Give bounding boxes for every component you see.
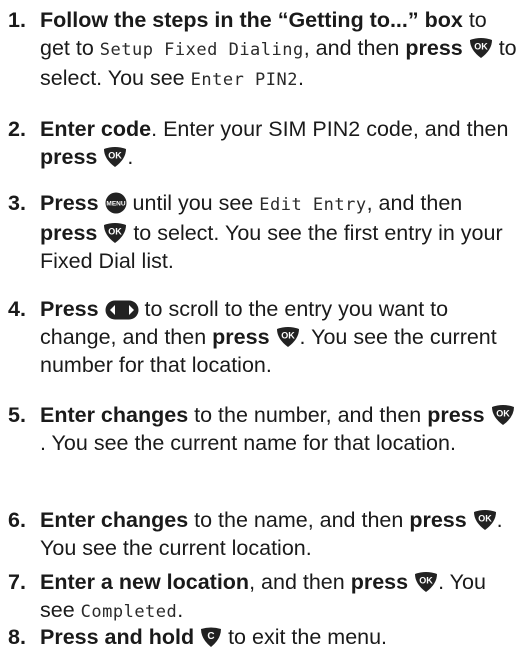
step-text: , and then	[249, 570, 351, 594]
step-text: , and then	[303, 36, 406, 60]
ok-key-icon: OK	[469, 37, 493, 59]
scroll-key-icon	[105, 300, 139, 320]
step-number: 8.	[8, 625, 26, 649]
ok-key-icon: OK	[103, 146, 127, 168]
step-6: 6. Enter changes to the name, and then p…	[0, 506, 520, 562]
step-action: Enter changes	[40, 403, 189, 427]
step-5: 5. Enter changes to the number, and then…	[0, 401, 520, 457]
ok-key-icon: OK	[276, 326, 300, 348]
svg-text:OK: OK	[496, 409, 510, 419]
svg-text:OK: OK	[478, 514, 492, 524]
screen-text: Enter PIN2	[190, 70, 298, 90]
step-action: press	[427, 403, 485, 427]
step-3: 3. Press MENU until you see Edit Entry, …	[0, 189, 520, 275]
step-number: 4.	[8, 297, 26, 321]
step-action: Press and hold	[40, 625, 195, 649]
step-1: 1. Follow the steps in the “Getting to..…	[0, 6, 520, 94]
svg-text:OK: OK	[281, 331, 295, 341]
step-text: . You see the current name for that loca…	[40, 431, 456, 455]
screen-text: Edit Entry	[259, 195, 367, 215]
step-text: until you see	[126, 191, 260, 215]
step-2: 2. Enter code. Enter your SIM PIN2 code,…	[0, 115, 520, 171]
step-text: to the number, and then	[188, 403, 428, 427]
menu-key-icon: MENU	[105, 192, 127, 214]
step-number: 6.	[8, 508, 26, 532]
step-action: Press	[40, 191, 99, 215]
step-text: to exit the menu.	[222, 625, 388, 649]
step-action: Follow the steps in the “Getting to...” …	[40, 8, 463, 32]
step-text: . Enter your SIM PIN2 code, and then	[151, 117, 509, 141]
step-action: press	[40, 221, 98, 245]
step-action: press	[350, 570, 409, 594]
step-action: Enter a new location	[40, 570, 250, 594]
step-text: .	[297, 66, 304, 90]
step-text: , and then	[366, 191, 463, 215]
svg-text:OK: OK	[474, 42, 488, 52]
screen-text: Completed	[80, 602, 178, 622]
step-number: 1.	[8, 8, 26, 32]
step-8: 8. Press and hold C to exit the menu.	[0, 623, 520, 651]
step-number: 3.	[8, 191, 26, 215]
step-action: Enter code	[40, 117, 152, 141]
step-number: 2.	[8, 117, 26, 141]
svg-text:OK: OK	[109, 151, 123, 161]
step-action: press	[405, 36, 463, 60]
step-text: .	[127, 145, 134, 169]
ok-key-icon: OK	[103, 222, 127, 244]
svg-text:MENU: MENU	[106, 201, 125, 208]
step-action: press	[409, 508, 467, 532]
ok-key-icon: OK	[473, 509, 497, 531]
screen-text: Setup Fixed Dialing	[99, 40, 304, 60]
ok-key-icon: OK	[491, 404, 515, 426]
step-action: Enter changes	[40, 508, 189, 532]
step-action: Press	[40, 297, 99, 321]
step-action: press	[40, 145, 98, 169]
step-4: 4. Press to scroll to the entry you want…	[0, 295, 520, 379]
svg-text:C: C	[207, 631, 214, 642]
step-7: 7. Enter a new location, and then press …	[0, 568, 520, 626]
step-number: 5.	[8, 403, 26, 427]
step-number: 7.	[8, 570, 26, 594]
step-action: press	[212, 325, 270, 349]
instruction-steps: 1. Follow the steps in the “Getting to..…	[0, 0, 525, 652]
ok-key-icon: OK	[414, 571, 438, 593]
step-text: to the name, and then	[188, 508, 410, 532]
svg-text:OK: OK	[419, 576, 433, 586]
step-text: .	[177, 598, 184, 622]
svg-text:OK: OK	[109, 227, 123, 237]
clear-key-icon: C	[200, 626, 222, 648]
